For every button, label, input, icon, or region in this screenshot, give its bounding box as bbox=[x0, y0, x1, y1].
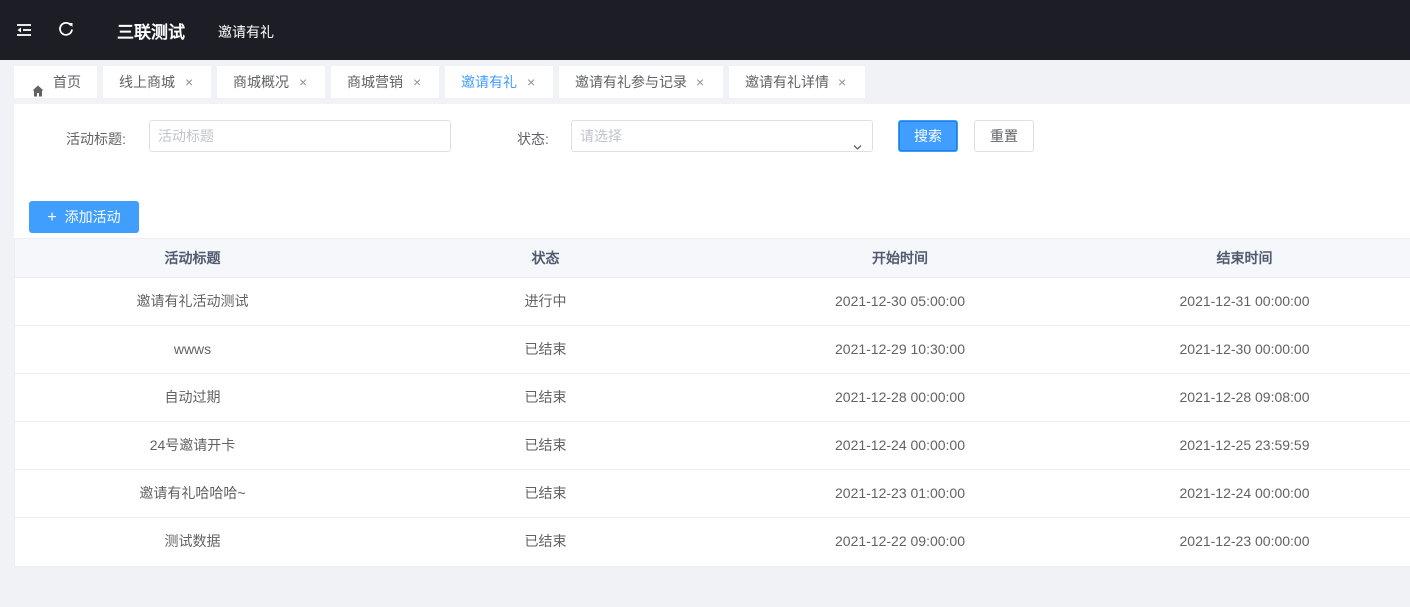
tab-label: 线上商城 bbox=[119, 74, 175, 90]
close-icon[interactable]: × bbox=[299, 66, 307, 98]
tab-label: 商城概况 bbox=[233, 74, 289, 90]
search-button[interactable]: 搜索 bbox=[898, 120, 958, 152]
tab-mall-overview[interactable]: 商城概况 × bbox=[217, 66, 325, 98]
tab-invite-details[interactable]: 邀请有礼详情 × bbox=[729, 66, 865, 98]
table-row[interactable]: 邀请有礼哈哈哈~ 已结束 2021-12-23 01:00:00 2021-12… bbox=[15, 470, 1410, 518]
table-cell: 进行中 bbox=[524, 293, 567, 309]
main-panel: 活动标题: 状态: 请选择 搜索 重置 + 添加活动 活动标题 状态 开始时间 结… bbox=[14, 104, 1410, 567]
activity-table: 活动标题 状态 开始时间 结束时间 邀请有礼活动测试 进行中 2021-12-3… bbox=[14, 238, 1410, 567]
column-header: 开始时间 bbox=[872, 250, 928, 266]
table-cell: 已结束 bbox=[524, 485, 567, 501]
column-header: 活动标题 bbox=[164, 250, 221, 266]
tab-mall-marketing[interactable]: 商城营销 × bbox=[331, 66, 439, 98]
tab-online-mall[interactable]: 线上商城 × bbox=[103, 66, 211, 98]
status-filter-label: 状态: bbox=[517, 131, 549, 147]
tab-label: 邀请有礼详情 bbox=[745, 74, 829, 90]
table-cell: 测试数据 bbox=[164, 533, 221, 549]
table-cell: 2021-12-23 01:00:00 bbox=[835, 485, 965, 501]
table-cell: 已结束 bbox=[524, 533, 567, 549]
close-icon[interactable]: × bbox=[838, 66, 846, 98]
table-cell: 自动过期 bbox=[164, 389, 221, 405]
add-activity-label: 添加活动 bbox=[64, 209, 121, 225]
table-row[interactable]: 邀请有礼活动测试 进行中 2021-12-30 05:00:00 2021-12… bbox=[15, 278, 1410, 326]
table-cell: 2021-12-24 00:00:00 bbox=[835, 437, 965, 453]
column-header: 结束时间 bbox=[1216, 250, 1273, 266]
table-cell: 邀请有礼哈哈哈~ bbox=[139, 485, 246, 501]
title-filter-label: 活动标题: bbox=[66, 131, 126, 147]
table-cell: 2021-12-30 05:00:00 bbox=[835, 293, 965, 309]
home-icon bbox=[32, 76, 44, 97]
table-cell: 2021-12-22 09:00:00 bbox=[835, 533, 965, 549]
table-cell: wwws bbox=[173, 341, 212, 357]
top-bar: 三联测试 邀请有礼 bbox=[0, 0, 1410, 60]
column-header: 状态 bbox=[531, 250, 560, 266]
status-select[interactable]: 请选择 bbox=[571, 120, 873, 152]
table-cell: 2021-12-31 00:00:00 bbox=[1179, 293, 1310, 309]
table-cell: 2021-12-24 00:00:00 bbox=[1179, 485, 1310, 501]
close-icon[interactable]: × bbox=[185, 66, 193, 98]
table-cell: 2021-12-23 00:00:00 bbox=[1179, 533, 1310, 549]
table-cell: 2021-12-25 23:59:59 bbox=[1179, 437, 1310, 453]
chevron-down-icon bbox=[853, 132, 862, 150]
table-cell: 2021-12-28 00:00:00 bbox=[835, 389, 965, 405]
table-cell: 已结束 bbox=[524, 341, 567, 357]
status-select-placeholder: 请选择 bbox=[580, 128, 622, 144]
table-header: 活动标题 状态 开始时间 结束时间 bbox=[15, 239, 1410, 278]
tab-bar: 首页 线上商城 × 商城概况 × 商城营销 × 邀请有礼 × 邀请有礼参与记录 … bbox=[0, 60, 1410, 104]
tab-invite-gift[interactable]: 邀请有礼 × bbox=[445, 66, 553, 98]
reset-button[interactable]: 重置 bbox=[974, 120, 1034, 152]
title-filter-input-wrapper bbox=[149, 120, 451, 152]
table-cell: 2021-12-28 09:08:00 bbox=[1179, 389, 1310, 405]
refresh-icon[interactable] bbox=[56, 19, 76, 39]
breadcrumb[interactable]: 邀请有礼 bbox=[218, 22, 274, 42]
tab-label: 邀请有礼参与记录 bbox=[575, 74, 687, 90]
app-title: 三联测试 bbox=[117, 23, 185, 42]
tab-label: 首页 bbox=[53, 74, 81, 90]
table-cell: 已结束 bbox=[524, 437, 567, 453]
table-cell: 2021-12-29 10:30:00 bbox=[835, 341, 965, 357]
plus-icon: + bbox=[47, 209, 57, 226]
table-row[interactable]: 自动过期 已结束 2021-12-28 00:00:00 2021-12-28 … bbox=[15, 374, 1410, 422]
tab-invite-records[interactable]: 邀请有礼参与记录 × bbox=[559, 66, 723, 98]
title-filter-input[interactable] bbox=[158, 122, 450, 150]
table-cell: 已结束 bbox=[524, 389, 567, 405]
table-cell: 2021-12-30 00:00:00 bbox=[1179, 341, 1310, 357]
table-cell: 邀请有礼活动测试 bbox=[136, 293, 249, 309]
close-icon[interactable]: × bbox=[413, 66, 421, 98]
tab-home[interactable]: 首页 bbox=[14, 66, 97, 98]
table-cell: 24号邀请开卡 bbox=[149, 437, 236, 453]
tab-label: 商城营销 bbox=[347, 74, 403, 90]
close-icon[interactable]: × bbox=[527, 66, 535, 98]
add-activity-button[interactable]: + 添加活动 bbox=[29, 201, 139, 233]
close-icon[interactable]: × bbox=[696, 66, 704, 98]
table-row[interactable]: wwws 已结束 2021-12-29 10:30:00 2021-12-30 … bbox=[15, 326, 1410, 374]
menu-collapse-icon[interactable] bbox=[14, 20, 34, 40]
tab-label: 邀请有礼 bbox=[461, 74, 517, 90]
table-row[interactable]: 24号邀请开卡 已结束 2021-12-24 00:00:00 2021-12-… bbox=[15, 422, 1410, 470]
table-row[interactable]: 测试数据 已结束 2021-12-22 09:00:00 2021-12-23 … bbox=[15, 518, 1410, 566]
